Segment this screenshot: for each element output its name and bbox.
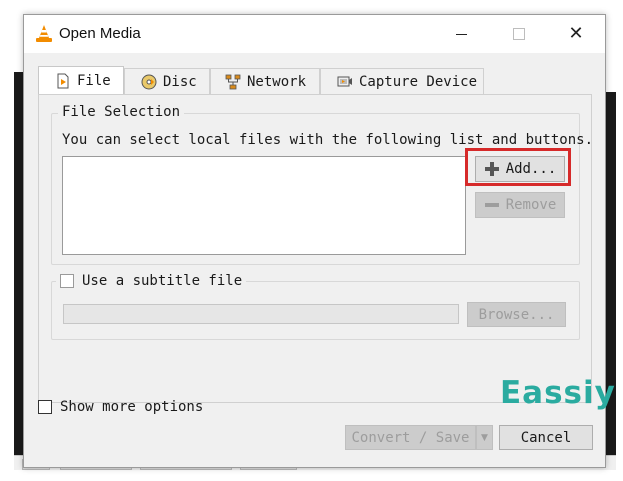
add-button-label: Add... <box>505 161 557 177</box>
minimize-button[interactable] <box>432 15 490 53</box>
file-list[interactable] <box>62 156 466 255</box>
tab-capture-device[interactable]: Capture Device <box>320 68 484 94</box>
tab-network[interactable]: Network <box>210 68 320 94</box>
subtitle-file-path-field[interactable] <box>63 304 459 324</box>
convert-save-button-label: Convert / Save <box>351 429 470 446</box>
subtitle-checkbox[interactable] <box>60 274 74 288</box>
maximize-button[interactable] <box>490 15 548 53</box>
capture-device-icon <box>337 76 352 86</box>
convert-save-button[interactable]: Convert / Save <box>345 425 476 450</box>
remove-button[interactable]: Remove <box>475 192 565 218</box>
tab-network-label: Network <box>247 73 307 90</box>
disc-icon <box>141 74 157 89</box>
file-icon <box>57 73 69 88</box>
tab-disc[interactable]: Disc <box>124 68 210 94</box>
cancel-button-label: Cancel <box>520 429 572 446</box>
tab-capture-device-label: Capture Device <box>359 73 478 90</box>
network-icon <box>225 74 241 89</box>
cancel-button[interactable]: Cancel <box>499 425 593 450</box>
subtitle-checkbox-label: Use a subtitle file <box>82 273 243 289</box>
file-selection-legend: File Selection <box>58 104 185 120</box>
show-more-options-label: Show more options <box>60 399 204 415</box>
subtitle-checkbox-row: Use a subtitle file <box>56 273 247 289</box>
watermark-logo: Eassiy <box>500 375 616 411</box>
remove-button-label: Remove <box>505 197 557 213</box>
vlc-cone-icon <box>36 25 52 42</box>
tab-file-label: File <box>77 72 111 89</box>
open-media-dialog: Open Media ✕ File Disc Network Capture D… <box>23 14 615 468</box>
convert-save-dropdown[interactable]: ▼ <box>476 425 493 450</box>
show-more-options-checkbox[interactable] <box>38 400 52 414</box>
tab-disc-label: Disc <box>163 73 197 90</box>
browse-button[interactable]: Browse... <box>467 302 566 327</box>
title-bar: Open Media ✕ <box>24 15 605 53</box>
chevron-down-icon: ▼ <box>481 432 488 443</box>
minimize-icon <box>455 33 467 35</box>
file-selection-description: You can select local files with the foll… <box>62 132 594 148</box>
close-icon: ✕ <box>568 23 584 44</box>
add-button[interactable]: Add... <box>475 156 565 182</box>
minus-icon <box>484 203 499 207</box>
window-title: Open Media <box>59 25 141 42</box>
browse-button-label: Browse... <box>478 306 555 323</box>
maximize-icon <box>513 28 525 40</box>
close-button[interactable]: ✕ <box>547 15 605 53</box>
plus-icon <box>484 162 499 176</box>
background-window-edge <box>14 72 23 467</box>
tab-file[interactable]: File <box>38 66 124 94</box>
